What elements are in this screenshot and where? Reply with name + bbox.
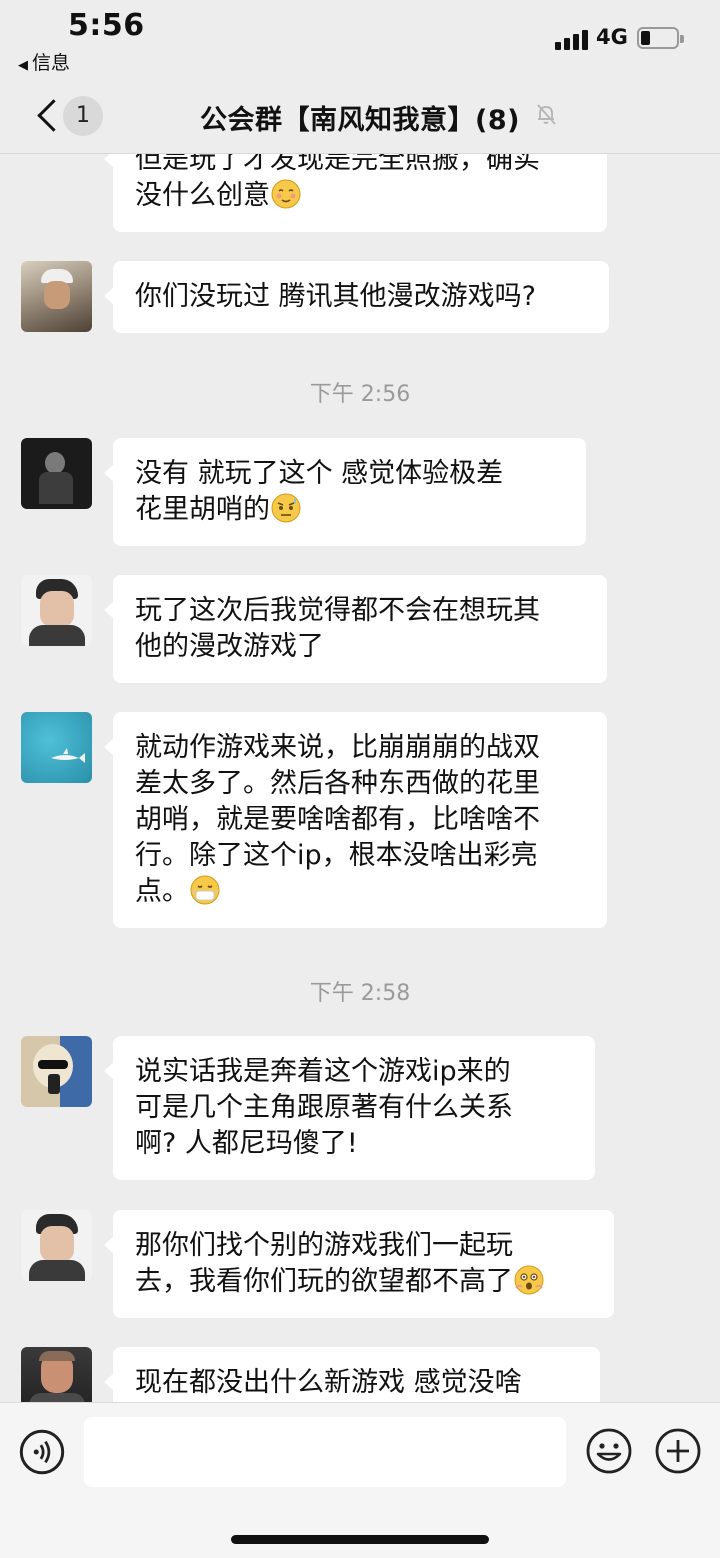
message-text-line: 现在都没出什么新游戏 感觉没啥 — [135, 1367, 522, 1398]
back-app-label: 信息 — [32, 52, 71, 74]
back-triangle-icon: ◀ — [18, 58, 28, 73]
avatar[interactable] — [21, 1036, 92, 1107]
message-bubble[interactable]: 就动作游戏来说，比崩崩崩的战双 差太多了。然后各种东西做的花里 胡哨，就是要啥啥… — [104, 712, 607, 928]
mask-face-icon — [190, 875, 220, 905]
message-bubble[interactable]: 那你们找个别的游戏我们一起玩 去，我看你们玩的欲望都不高了 — [104, 1210, 614, 1318]
signal-icon — [555, 28, 589, 50]
sweat-face-icon — [271, 493, 301, 523]
status-bar: 5:56 ◀ 信息 4G — [0, 0, 720, 78]
message-text-line: 他的漫改游戏了 — [135, 631, 324, 662]
message-text-line: 可是几个主角跟原著有什么关系 — [135, 1092, 513, 1123]
message-text-line: 那你们找个别的游戏我们一起玩 — [135, 1230, 513, 1261]
message-text-line: 玩了这次后我觉得都不会在想玩其 — [135, 595, 540, 626]
message-text-line: 啊? 人都尼玛傻了! — [135, 1128, 358, 1159]
message-input[interactable] — [84, 1417, 566, 1487]
message-text-line: 行。除了这个ip，根本没啥出彩亮 — [135, 840, 538, 871]
message-text-line: 差太多了。然后各种东西做的花里 — [135, 768, 540, 799]
relieved-face-icon — [271, 179, 301, 209]
shocked-face-icon — [514, 1265, 544, 1295]
message-text-line: 去，我看你们玩的欲望都不高了 — [135, 1266, 513, 1297]
message-text-line: 点。 — [135, 876, 189, 907]
message-text-line: 胡哨，就是要啥啥都有，比啥啥不 — [135, 804, 540, 835]
home-indicator[interactable] — [231, 1535, 489, 1544]
timestamp: 下午 2:58 — [309, 981, 411, 1006]
message-text-line: 就动作游戏来说，比崩崩崩的战双 — [135, 732, 540, 763]
voice-input-icon[interactable] — [19, 1429, 65, 1475]
avatar[interactable] — [21, 438, 92, 509]
chat-header: 1 公会群【南风知我意】(8) — [0, 78, 720, 154]
message-text-line: 你们没玩过 腾讯其他漫改游戏吗? — [135, 281, 536, 312]
avatar[interactable] — [21, 1347, 92, 1402]
avatar[interactable] — [21, 712, 92, 783]
network-type: 4G — [596, 25, 628, 49]
message-bubble[interactable]: 但是玩了才发现是完全照搬，确实 没什么创意 — [104, 154, 607, 232]
emoji-picker-icon[interactable] — [585, 1427, 633, 1475]
more-options-plus-icon[interactable] — [654, 1427, 702, 1475]
message-text-line: 花里胡哨的 — [135, 494, 270, 525]
status-time: 5:56 — [68, 8, 145, 43]
timestamp: 下午 2:56 — [309, 382, 411, 407]
message-text-line: 没有 就玩了这个 感觉体验极差 — [135, 458, 504, 489]
message-bubble[interactable]: 你们没玩过 腾讯其他漫改游戏吗? — [104, 261, 609, 333]
message-text-line: 没什么创意 — [135, 180, 270, 211]
avatar[interactable] — [21, 1210, 92, 1281]
chat-title[interactable]: 公会群【南风知我意】(8) — [0, 98, 720, 137]
mute-bell-icon — [537, 104, 556, 125]
back-to-app-link[interactable]: ◀ 信息 — [18, 48, 70, 75]
avatar[interactable] — [21, 575, 92, 646]
message-bubble[interactable]: 玩了这次后我觉得都不会在想玩其 他的漫改游戏了 — [104, 575, 607, 683]
message-text-line: 说实话我是奔着这个游戏ip来的 — [135, 1056, 511, 1087]
message-bubble[interactable]: 说实话我是奔着这个游戏ip来的 可是几个主角跟原著有什么关系 啊? 人都尼玛傻了… — [104, 1036, 595, 1180]
shark-graphic — [51, 748, 85, 763]
avatar[interactable] — [21, 261, 92, 332]
message-bubble[interactable]: 现在都没出什么新游戏 感觉没啥 — [104, 1347, 600, 1402]
message-text-line: 但是玩了才发现是完全照搬，确实 — [135, 154, 540, 175]
battery-icon — [637, 27, 684, 49]
message-bubble[interactable]: 没有 就玩了这个 感觉体验极差 花里胡哨的 — [104, 438, 586, 546]
message-list[interactable]: 但是玩了才发现是完全照搬，确实 没什么创意 你们没玩过 腾讯其他漫改游戏吗? 下… — [0, 154, 720, 1402]
